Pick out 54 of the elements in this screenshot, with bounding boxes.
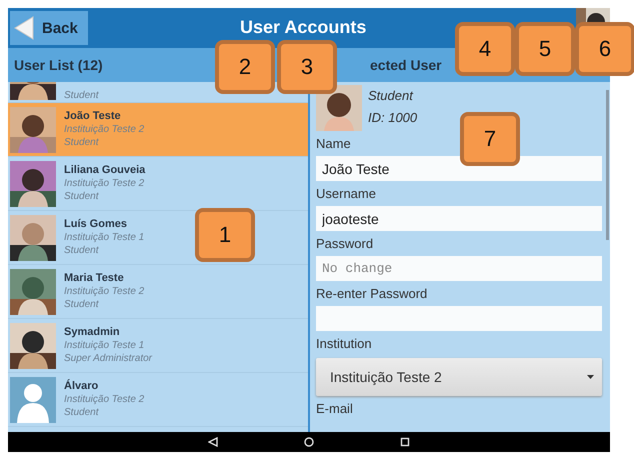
number-tooltip: 1	[195, 208, 255, 262]
back-button[interactable]: Back	[10, 11, 88, 45]
number-tooltip: 4	[455, 22, 515, 76]
user-role: Student	[368, 87, 414, 105]
dropdown-caret-icon	[587, 375, 594, 379]
back-arrow-icon	[14, 16, 34, 40]
user-name: Liliana Gouveia	[64, 164, 146, 177]
field-label: Re-enter Password	[316, 286, 428, 302]
user-institution: Instituição Teste 2	[64, 285, 144, 298]
user-role: Student	[64, 406, 100, 419]
user-list-item[interactable]: Liliana Gouveia Instituição Teste 2 Student	[8, 157, 308, 211]
list-heading: User List (12)	[14, 57, 103, 73]
user-list-item[interactable]: Maria Teste Instituição Teste 2 Student	[8, 265, 308, 319]
user-name: Maria Teste	[64, 272, 125, 285]
user-role: Super Administrator	[64, 352, 152, 365]
number-tooltip: 5	[515, 22, 575, 76]
number-tooltip: 7	[460, 112, 520, 166]
user-name: João Teste	[64, 110, 122, 123]
number-tooltip: 3	[277, 40, 337, 94]
field-label: Username	[316, 186, 376, 202]
user-role: Student	[64, 190, 100, 203]
field-label: Password	[316, 236, 374, 252]
user-name: Luís Gomes	[64, 218, 128, 231]
user-institution: Instituição Teste 2	[64, 123, 144, 136]
home-icon[interactable]	[304, 437, 314, 447]
institution-dropdown[interactable]: Instituição Teste 2	[316, 358, 602, 396]
text-field[interactable]: joaoteste	[316, 206, 602, 231]
user-role: Student	[64, 244, 100, 257]
user-role: Student	[64, 89, 98, 102]
screen-title: User Accounts	[240, 17, 366, 38]
user-role: Student	[64, 136, 100, 149]
user-institution: Instituição Teste 1	[64, 339, 146, 352]
user-name: Álvaro	[64, 380, 100, 393]
text-field[interactable]: João Teste	[316, 156, 602, 181]
password-field[interactable]	[316, 306, 602, 331]
number-tooltip: 2	[215, 40, 275, 94]
password-field[interactable]: No change	[316, 256, 602, 281]
user-institution: Instituição Teste 1	[64, 231, 144, 244]
user-list-item[interactable]: Álvaro Instituição Teste 2 Student	[8, 373, 308, 427]
avatar-silhouette-icon	[10, 376, 56, 422]
field-label: Institution	[316, 336, 372, 352]
field-label: Name	[316, 136, 351, 152]
user-list-item[interactable]: João Teste Instituição Teste 2 Student	[8, 103, 308, 157]
user-name: Symadmin	[64, 326, 121, 339]
recent-apps-icon[interactable]	[400, 437, 410, 447]
back-icon[interactable]	[208, 437, 218, 447]
panel-heading: ected User	[370, 57, 442, 73]
field-label: E-mail	[316, 401, 353, 417]
user-role: Student	[64, 298, 100, 311]
user-list-item[interactable]: Symadmin Instituição Teste 1 Super Administrator	[8, 319, 308, 373]
number-tooltip: 6	[575, 22, 634, 76]
user-institution: Instituição Teste 2	[64, 177, 146, 190]
user-id: ID: 1000	[368, 109, 418, 127]
user-institution: Instituição Teste 2	[64, 393, 144, 406]
